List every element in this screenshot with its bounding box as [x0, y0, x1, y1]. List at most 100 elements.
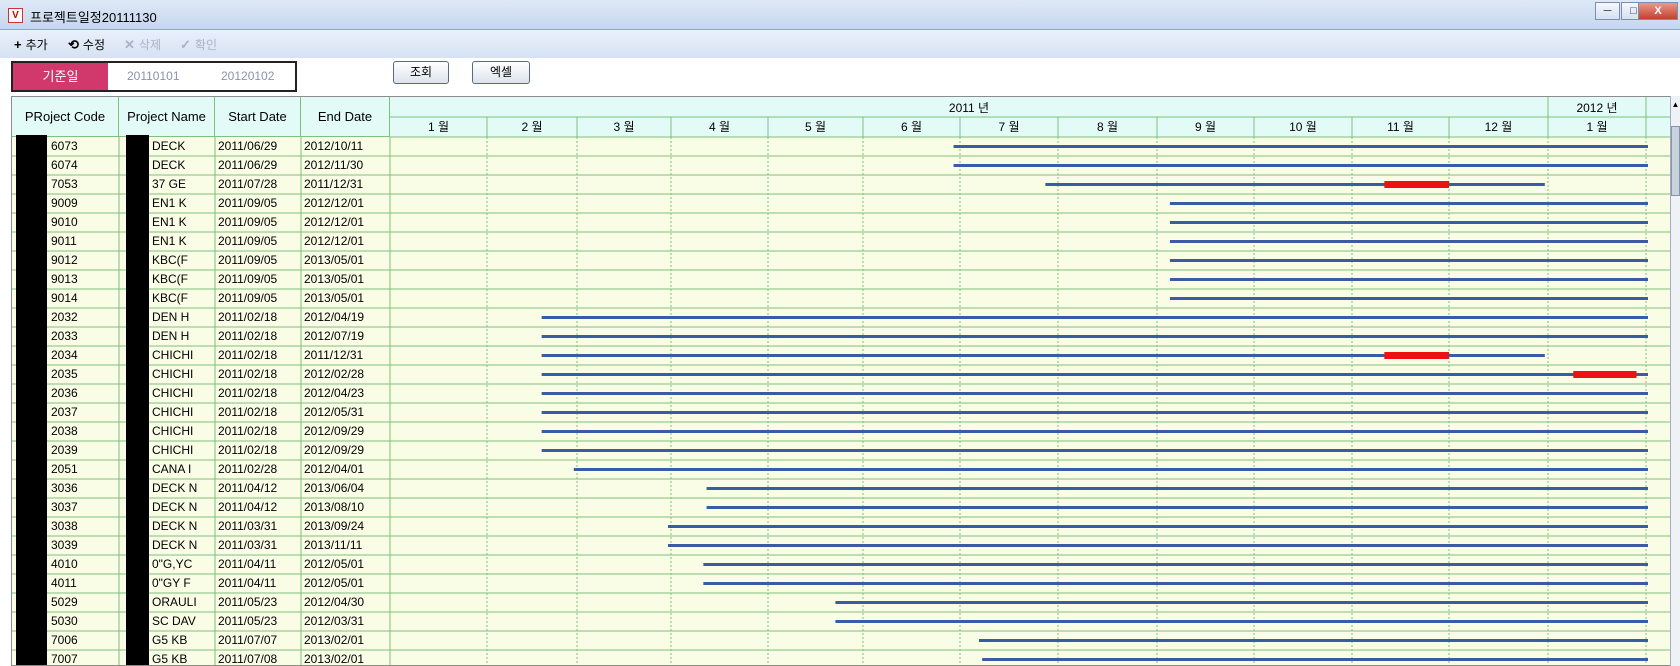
- project-code-cell[interactable]: 2037: [48, 403, 119, 422]
- search-button[interactable]: 조회: [393, 61, 449, 84]
- end-date-cell[interactable]: 2012/12/01: [301, 194, 390, 213]
- header-project-code[interactable]: PRoject Code: [12, 97, 119, 137]
- header-project-name[interactable]: Project Name: [119, 97, 215, 137]
- table-row[interactable]: 2034 CHICHI 2011/02/18 2011/12/31: [12, 346, 390, 365]
- header-end-date[interactable]: End Date: [301, 97, 390, 137]
- project-name-cell[interactable]: EN1 K: [149, 213, 215, 232]
- project-code-cell[interactable]: 4010: [48, 555, 119, 574]
- end-date-cell[interactable]: 2013/06/04: [301, 479, 390, 498]
- table-row[interactable]: 9011 EN1 K 2011/09/05 2012/12/01: [12, 232, 390, 251]
- project-code-cell[interactable]: 9009: [48, 194, 119, 213]
- table-row[interactable]: 9010 EN1 K 2011/09/05 2012/12/01: [12, 213, 390, 232]
- project-code-cell[interactable]: 2034: [48, 346, 119, 365]
- start-date-cell[interactable]: 2011/02/18: [215, 384, 301, 403]
- end-date-cell[interactable]: 2013/05/01: [301, 251, 390, 270]
- start-date-cell[interactable]: 2011/02/18: [215, 403, 301, 422]
- project-code-cell[interactable]: 2038: [48, 422, 119, 441]
- end-date-cell[interactable]: 2013/02/01: [301, 650, 390, 665]
- project-code-cell[interactable]: 7007: [48, 650, 119, 665]
- start-date-cell[interactable]: 2011/04/12: [215, 479, 301, 498]
- project-name-cell[interactable]: DECK N: [149, 479, 215, 498]
- end-date-cell[interactable]: 2012/05/01: [301, 574, 390, 593]
- project-name-cell[interactable]: EN1 K: [149, 194, 215, 213]
- header-start-date[interactable]: Start Date: [215, 97, 301, 137]
- project-name-cell[interactable]: CHICHI: [149, 365, 215, 384]
- start-date-cell[interactable]: 2011/07/28: [215, 175, 301, 194]
- date-from-field[interactable]: 20110101: [127, 63, 180, 90]
- project-name-cell[interactable]: 0"G,YC: [149, 555, 215, 574]
- table-row[interactable]: 7006 G5 KB 2011/07/07 2013/02/01: [12, 631, 390, 650]
- project-name-cell[interactable]: DECK: [149, 156, 215, 175]
- table-row[interactable]: 2037 CHICHI 2011/02/18 2012/05/31: [12, 403, 390, 422]
- project-name-cell[interactable]: ORAULI: [149, 593, 215, 612]
- start-date-cell[interactable]: 2011/02/28: [215, 460, 301, 479]
- confirm-button[interactable]: ✓ 확인: [180, 36, 217, 53]
- table-row[interactable]: 2033 DEN H 2011/02/18 2012/07/19: [12, 327, 390, 346]
- table-row[interactable]: 3039 DECK N 2011/03/31 2013/11/11: [12, 536, 390, 555]
- project-code-cell[interactable]: 2051: [48, 460, 119, 479]
- end-date-cell[interactable]: 2013/02/01: [301, 631, 390, 650]
- table-row[interactable]: 3036 DECK N 2011/04/12 2013/06/04: [12, 479, 390, 498]
- start-date-cell[interactable]: 2011/05/23: [215, 612, 301, 631]
- project-name-cell[interactable]: CHICHI: [149, 346, 215, 365]
- table-row[interactable]: 2051 CANA I 2011/02/28 2012/04/01: [12, 460, 390, 479]
- project-code-cell[interactable]: 2033: [48, 327, 119, 346]
- table-row[interactable]: 3037 DECK N 2011/04/12 2013/08/10: [12, 498, 390, 517]
- minimize-button[interactable]: ─: [1595, 2, 1620, 20]
- table-row[interactable]: 5029 ORAULI 2011/05/23 2012/04/30: [12, 593, 390, 612]
- excel-export-button[interactable]: 엑셀: [472, 61, 530, 84]
- project-code-cell[interactable]: 5030: [48, 612, 119, 631]
- project-code-cell[interactable]: 5029: [48, 593, 119, 612]
- table-row[interactable]: 9013 KBC(F 2011/09/05 2013/05/01: [12, 270, 390, 289]
- project-name-cell[interactable]: DECK: [149, 137, 215, 156]
- date-to-field[interactable]: 20120102: [221, 63, 274, 90]
- project-name-cell[interactable]: CHICHI: [149, 403, 215, 422]
- table-row[interactable]: 2032 DEN H 2011/02/18 2012/04/19: [12, 308, 390, 327]
- start-date-cell[interactable]: 2011/09/05: [215, 213, 301, 232]
- project-name-cell[interactable]: DECK N: [149, 517, 215, 536]
- table-row[interactable]: 7007 G5 KB 2011/07/08 2013/02/01: [12, 650, 390, 665]
- scroll-thumb[interactable]: [1671, 126, 1680, 196]
- project-name-cell[interactable]: SC DAV: [149, 612, 215, 631]
- table-row[interactable]: 6073 DECK 2011/06/29 2012/10/11: [12, 137, 390, 156]
- vertical-scrollbar[interactable]: ▲: [1670, 96, 1680, 666]
- table-row[interactable]: 2035 CHICHI 2011/02/18 2012/02/28: [12, 365, 390, 384]
- end-date-cell[interactable]: 2013/11/11: [301, 536, 390, 555]
- project-code-cell[interactable]: 2032: [48, 308, 119, 327]
- project-code-cell[interactable]: 2039: [48, 441, 119, 460]
- project-code-cell[interactable]: 9012: [48, 251, 119, 270]
- add-button[interactable]: + 추가: [14, 36, 48, 53]
- project-code-cell[interactable]: 3039: [48, 536, 119, 555]
- table-row[interactable]: 7053 37 GE 2011/07/28 2011/12/31: [12, 175, 390, 194]
- project-name-cell[interactable]: G5 KB: [149, 650, 215, 665]
- project-name-cell[interactable]: CANA I: [149, 460, 215, 479]
- project-name-cell[interactable]: KBC(F: [149, 270, 215, 289]
- project-code-cell[interactable]: 4011: [48, 574, 119, 593]
- project-name-cell[interactable]: CHICHI: [149, 384, 215, 403]
- project-name-cell[interactable]: DEN H: [149, 327, 215, 346]
- end-date-cell[interactable]: 2012/04/19: [301, 308, 390, 327]
- project-code-cell[interactable]: 2036: [48, 384, 119, 403]
- end-date-cell[interactable]: 2012/02/28: [301, 365, 390, 384]
- end-date-cell[interactable]: 2012/12/01: [301, 213, 390, 232]
- start-date-cell[interactable]: 2011/09/05: [215, 232, 301, 251]
- project-code-cell[interactable]: 6074: [48, 156, 119, 175]
- table-row[interactable]: 9012 KBC(F 2011/09/05 2013/05/01: [12, 251, 390, 270]
- table-row[interactable]: 2039 CHICHI 2011/02/18 2012/09/29: [12, 441, 390, 460]
- project-code-cell[interactable]: 7006: [48, 631, 119, 650]
- start-date-cell[interactable]: 2011/07/08: [215, 650, 301, 665]
- end-date-cell[interactable]: 2012/04/30: [301, 593, 390, 612]
- start-date-cell[interactable]: 2011/04/11: [215, 555, 301, 574]
- project-name-cell[interactable]: EN1 K: [149, 232, 215, 251]
- table-row[interactable]: 3038 DECK N 2011/03/31 2013/09/24: [12, 517, 390, 536]
- table-row[interactable]: 5030 SC DAV 2011/05/23 2012/03/31: [12, 612, 390, 631]
- scroll-up-icon[interactable]: ▲: [1671, 100, 1680, 112]
- project-name-cell[interactable]: 37 GE: [149, 175, 215, 194]
- end-date-cell[interactable]: 2013/09/24: [301, 517, 390, 536]
- project-name-cell[interactable]: DECK N: [149, 536, 215, 555]
- end-date-cell[interactable]: 2012/11/30: [301, 156, 390, 175]
- start-date-cell[interactable]: 2011/03/31: [215, 536, 301, 555]
- end-date-cell[interactable]: 2012/05/01: [301, 555, 390, 574]
- end-date-cell[interactable]: 2012/04/01: [301, 460, 390, 479]
- project-name-cell[interactable]: DECK N: [149, 498, 215, 517]
